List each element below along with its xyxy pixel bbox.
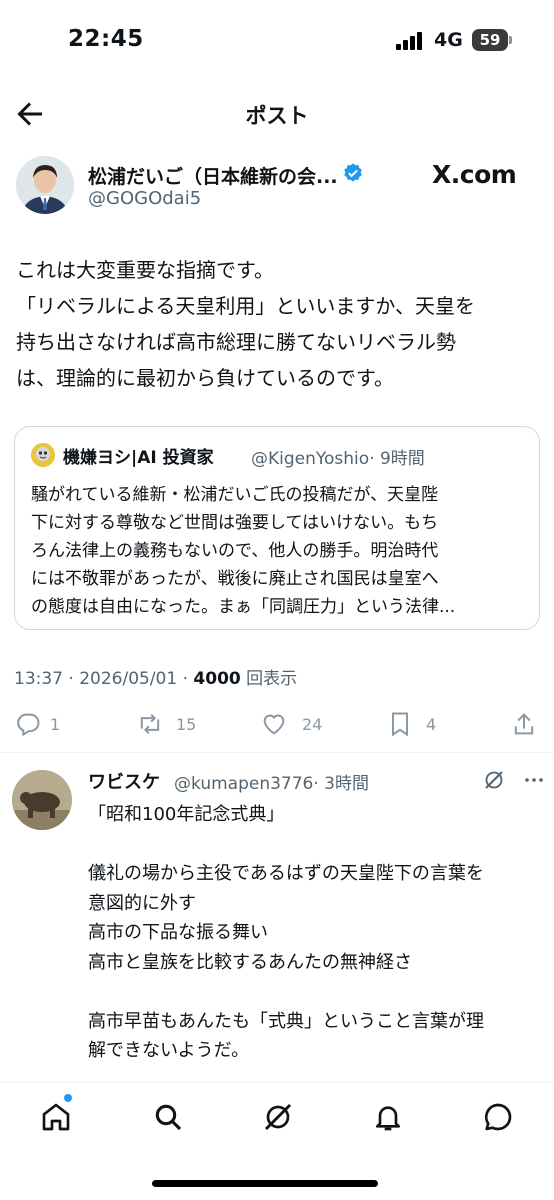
- author-handle[interactable]: @GOGOdai5: [88, 188, 201, 209]
- reply-icon: [17, 713, 40, 737]
- post-line: は、理論的に最初から負けているのです。: [16, 366, 394, 390]
- signal-icon: [396, 32, 426, 50]
- more-options-icon[interactable]: [522, 768, 546, 792]
- messages-icon: [484, 1103, 512, 1131]
- xcom-watermark: X.com: [432, 160, 517, 189]
- reply-time: · 3時間: [313, 774, 369, 794]
- heart-icon: [263, 714, 285, 735]
- post-text: これは大変重要な指摘です。 「リベラルによる天皇利用」といいますか、天皇を 持ち…: [16, 252, 536, 396]
- bookmark-count: 4: [426, 715, 437, 734]
- tab-home[interactable]: [40, 1101, 72, 1133]
- reply-handle: @kumapen3776: [174, 774, 314, 794]
- repost-count: 15: [176, 715, 197, 734]
- status-bar: 22:45 4G 59: [0, 0, 554, 84]
- view-count: 4000: [193, 669, 241, 689]
- post-line: 「リベラルによる天皇利用」といいますか、天皇を: [16, 294, 475, 318]
- share-button[interactable]: [510, 710, 538, 738]
- quote-author-name: 機嫌ヨシ|AI 投資家: [63, 448, 214, 468]
- post-line: 持ち出さなければ高市総理に勝てないリベラル勢: [16, 330, 456, 354]
- tab-messages[interactable]: [482, 1101, 514, 1133]
- action-bar: 1 15 24 4: [0, 704, 554, 744]
- grok-icon[interactable]: [482, 768, 506, 792]
- reply-button[interactable]: 1: [14, 710, 74, 738]
- like-button[interactable]: 24: [260, 710, 330, 738]
- bookmark-icon: [392, 712, 408, 737]
- quote-text: 騒がれている維新・松浦だいご氏の投稿だが、天皇陛 下に対する尊敬など世間は強要し…: [31, 481, 531, 621]
- author-name[interactable]: 松浦だいご（日本維新の会...: [88, 162, 338, 189]
- tab-search[interactable]: [152, 1101, 184, 1133]
- notifications-icon: [376, 1106, 400, 1131]
- quote-line: の態度は自由になった。まぁ「同調圧力」という法律...: [31, 597, 456, 617]
- repost-button[interactable]: 15: [136, 710, 206, 738]
- reply-text: 「昭和100年記念式典」 儀礼の場から主役であるはずの天皇陛下の言葉を 意図的に…: [88, 804, 484, 1061]
- quote-line: 騒がれている維新・松浦だいご氏の投稿だが、天皇陛: [31, 485, 439, 505]
- repost-icon: [140, 713, 160, 735]
- avatar[interactable]: [16, 156, 74, 214]
- page-header: ポスト: [0, 88, 554, 140]
- verified-badge-icon: [342, 162, 364, 184]
- quote-handle: @KigenYoshio: [251, 449, 370, 469]
- network-type: 4G: [434, 29, 463, 51]
- quote-line: 下に対する尊敬など世間は強要してはいけない。もち: [31, 513, 439, 533]
- bookmark-button[interactable]: 4: [386, 710, 446, 738]
- search-icon: [155, 1104, 182, 1131]
- status-time: 22:45: [68, 26, 144, 52]
- quote-meta: @KigenYoshio· 9時間: [251, 444, 425, 469]
- quote-time: · 9時間: [369, 449, 425, 469]
- post-timestamp: 13:37 · 2026/05/01 ·: [14, 669, 194, 689]
- page-title: ポスト: [245, 104, 309, 128]
- tab-notifications[interactable]: [372, 1101, 404, 1133]
- home-indicator: [152, 1180, 378, 1187]
- reply-clip: 「昭和100年記念式典」 儀礼の場から主役であるはずの天皇陛下の言葉を 意図的に…: [0, 796, 554, 1082]
- like-count: 24: [302, 715, 323, 734]
- notification-dot: [64, 1094, 72, 1102]
- reply-count: 1: [50, 715, 61, 734]
- quote-line: ろん法律上の義務もないので、他人の勝手。明治時代: [31, 541, 439, 561]
- views-label: 回表示: [240, 669, 298, 689]
- post-meta: 13:37 · 2026/05/01 · 4000 回表示: [14, 664, 297, 689]
- grok-icon: [264, 1103, 292, 1131]
- reply-author-name[interactable]: ワビスケ: [88, 768, 160, 794]
- battery-icon: 59: [472, 29, 508, 51]
- quoted-post[interactable]: 機嫌ヨシ|AI 投資家 @KigenYoshio· 9時間 騒がれている維新・松…: [14, 426, 540, 630]
- tab-grok[interactable]: [262, 1101, 294, 1133]
- divider: [0, 752, 554, 753]
- quote-avatar: [31, 443, 55, 467]
- reply-meta: @kumapen3776· 3時間: [174, 769, 369, 794]
- post-author: 松浦だいご（日本維新の会... @GOGOdai5 X.com: [0, 150, 554, 222]
- battery-tip: [509, 36, 512, 44]
- share-icon: [514, 713, 534, 735]
- quote-line: には不敬罪があったが、戦後に廃止され国民は皇室へ: [31, 569, 439, 589]
- post-line: これは大変重要な指摘です。: [16, 258, 274, 282]
- home-icon: [42, 1103, 70, 1131]
